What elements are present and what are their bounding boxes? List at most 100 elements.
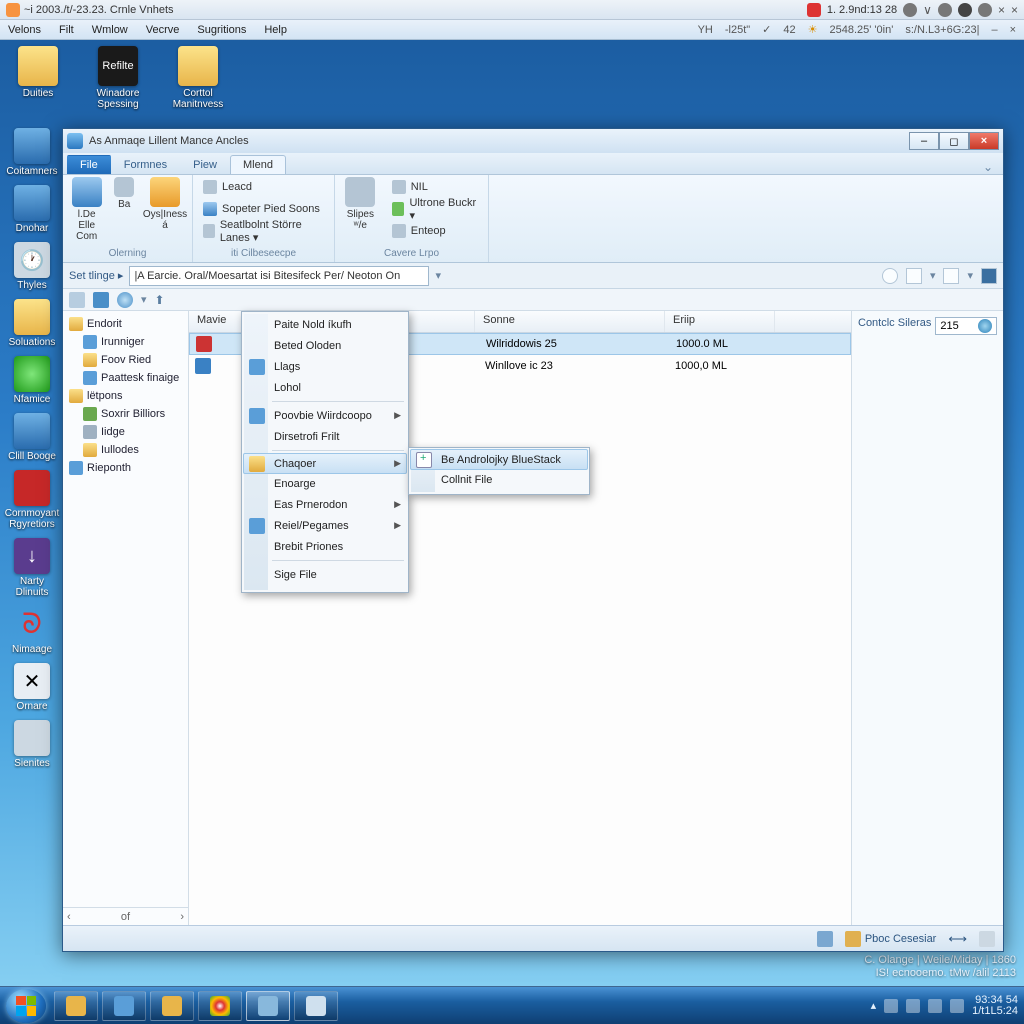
status-icon[interactable] <box>979 931 995 947</box>
desktop-icon[interactable]: Coitamners <box>6 128 58 177</box>
dropdown-icon[interactable]: ▾ <box>930 269 936 282</box>
taskbar-item[interactable] <box>150 991 194 1021</box>
tree-node[interactable]: Iidge <box>65 423 186 441</box>
desktop-icon[interactable]: Cornmoyant Rgyretiors <box>6 470 58 530</box>
tree-node[interactable]: Paattesk finaige <box>65 369 186 387</box>
column-header[interactable]: Sonne <box>475 311 665 332</box>
taskbar-item[interactable] <box>198 991 242 1021</box>
desktop-icon[interactable]: 🕐Thyles <box>6 242 58 291</box>
menu-item[interactable]: Llags <box>244 356 406 377</box>
taskbar-item[interactable] <box>294 991 338 1021</box>
volume-icon[interactable] <box>950 999 964 1013</box>
submenu-item-highlighted[interactable]: +Be Androlojky BlueStack <box>410 449 588 470</box>
desktop-icon[interactable]: Corttol Manitnvess <box>168 46 228 110</box>
menu-item[interactable]: Poovbie Wiirdcoopo▶ <box>244 405 406 426</box>
menu-item[interactable]: Sige File <box>244 564 406 585</box>
desktop-icon[interactable]: Nfamice <box>6 356 58 405</box>
tree-node[interactable]: Iullodes <box>65 441 186 459</box>
menu-item[interactable]: Lohol <box>244 377 406 398</box>
save-icon[interactable] <box>93 292 109 308</box>
column-header[interactable]: Eriip <box>665 311 775 332</box>
desktop-icon[interactable]: Soluations <box>6 299 58 348</box>
dropdown-icon[interactable]: ▾ <box>141 293 147 306</box>
search-input[interactable]: 215 <box>935 317 997 335</box>
tree-node[interactable]: Rieponth <box>65 459 186 477</box>
next-icon[interactable]: › <box>180 911 184 923</box>
menu-item[interactable]: Paite Nold íkufh <box>244 314 406 335</box>
location-input[interactable]: |A Earcie. Oral/Moesartat isi Bitesifeck… <box>129 266 429 286</box>
tray-icon[interactable] <box>903 3 917 17</box>
ribbon-collapse-icon[interactable]: ⌄ <box>983 160 1003 174</box>
prev-icon[interactable]: ‹ <box>67 911 71 923</box>
ribbon-button[interactable]: l.De Elle Com <box>69 177 104 242</box>
desktop-icon[interactable]: ✕Ornare <box>6 663 58 712</box>
toolbar-icon[interactable] <box>981 268 997 284</box>
close-button[interactable]: × <box>969 132 999 150</box>
menu-item[interactable]: Velons <box>8 24 41 36</box>
submenu-item[interactable]: Collnit File <box>411 469 587 490</box>
close-icon[interactable]: × <box>1010 24 1016 36</box>
ribbon-button[interactable]: Ba <box>112 177 136 210</box>
menu-item[interactable]: Help <box>264 24 287 36</box>
window-titlebar[interactable]: As Anmaqe Lillent Mance Ancles – ◻ × <box>63 129 1003 153</box>
minimize-icon[interactable]: – <box>991 24 997 36</box>
globe-icon[interactable] <box>117 292 133 308</box>
show-hidden-icon[interactable]: ▴ <box>871 999 877 1012</box>
tree-node[interactable]: lëtpons <box>65 387 186 405</box>
close-icon[interactable]: × <box>1011 3 1018 17</box>
desktop-icon[interactable]: ᘐNimaage <box>6 606 58 655</box>
close-icon[interactable]: × <box>998 3 1005 17</box>
menu-item[interactable]: Reiel/Pegames▶ <box>244 515 406 536</box>
up-arrow-icon[interactable]: ⬆ <box>155 293 165 307</box>
menu-item[interactable]: Eas Prnerodon▶ <box>244 494 406 515</box>
menu-item[interactable]: Vecrve <box>146 24 180 36</box>
desktop-icon[interactable]: ↓Narty Dlinuits <box>6 538 58 598</box>
toolbar-icon[interactable] <box>906 268 922 284</box>
menu-item[interactable]: Brebit Priones <box>244 536 406 557</box>
desktop-icon[interactable]: Clill Booge <box>6 413 58 462</box>
menu-item-highlighted[interactable]: Chaqoer▶ <box>243 453 407 474</box>
maximize-button[interactable]: ◻ <box>939 132 969 150</box>
tab-item-active[interactable]: Mlend <box>230 155 286 174</box>
tray-icon[interactable] <box>906 999 920 1013</box>
taskbar-item[interactable] <box>102 991 146 1021</box>
menu-item[interactable]: Dirsetrofi Frilt <box>244 426 406 447</box>
tree-node[interactable]: Irunniger <box>65 333 186 351</box>
dropdown-icon[interactable]: ▾ <box>967 269 973 282</box>
taskbar-item[interactable] <box>54 991 98 1021</box>
ribbon-button[interactable]: Ultrone Buckr ▾ <box>388 199 482 219</box>
minimize-button[interactable]: – <box>909 132 939 150</box>
chevron-down-icon[interactable]: ∨ <box>923 3 932 17</box>
tray-icon[interactable] <box>884 999 898 1013</box>
tab-item[interactable]: Formnes <box>111 155 180 174</box>
tree-node[interactable]: Endorit <box>65 315 186 333</box>
dropdown-icon[interactable]: ▾ <box>435 269 441 282</box>
menu-item[interactable]: Sugritions <box>197 24 246 36</box>
desktop-icon[interactable]: Duities <box>8 46 68 110</box>
desktop-icon[interactable]: Sienites <box>6 720 58 769</box>
refresh-icon[interactable] <box>882 268 898 284</box>
ribbon-button[interactable]: Enteop <box>388 221 482 241</box>
ribbon-button[interactable]: Oys|Iness á <box>144 177 186 231</box>
ribbon-button[interactable]: Slipes ʷ/e <box>341 177 380 231</box>
tree-node[interactable]: Foov Ried <box>65 351 186 369</box>
start-button[interactable] <box>6 989 46 1023</box>
taskbar-clock[interactable]: 93:34 54 1/t1L5:24 <box>972 995 1018 1017</box>
ribbon-button[interactable]: Leacd <box>199 177 328 197</box>
tray-icon[interactable] <box>958 3 972 17</box>
menu-item[interactable]: Filt <box>59 24 74 36</box>
search-icon[interactable] <box>978 319 992 333</box>
ribbon-button[interactable]: Seatlbolnt Större Lanes ▾ <box>199 221 328 241</box>
toolbar-icon[interactable] <box>69 292 85 308</box>
ribbon-button[interactable]: Sopeter Pied Soons <box>199 199 328 219</box>
tab-item[interactable]: Piew <box>180 155 230 174</box>
desktop-icon[interactable]: Dnohar <box>6 185 58 234</box>
network-icon[interactable] <box>928 999 942 1013</box>
menu-item[interactable]: Beted Oloden <box>244 335 406 356</box>
tab-file[interactable]: File <box>67 155 111 174</box>
status-arrows[interactable]: ⟷ <box>948 931 967 947</box>
tray-icon[interactable] <box>978 3 992 17</box>
toolbar-icon[interactable] <box>943 268 959 284</box>
tray-icon[interactable] <box>807 3 821 17</box>
menu-item[interactable]: Wmlow <box>92 24 128 36</box>
